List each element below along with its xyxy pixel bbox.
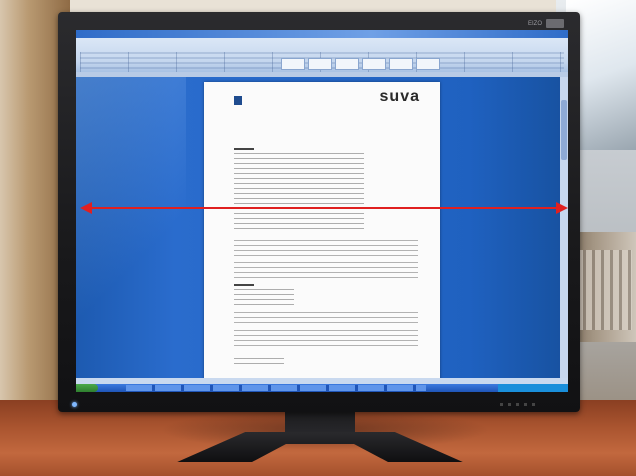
taskbar [76, 384, 568, 392]
section-heading [234, 148, 254, 150]
windows-start-icon[interactable] [76, 384, 98, 392]
window-titlebar [76, 30, 568, 38]
taskbar-items[interactable] [126, 385, 426, 391]
word-ribbon [76, 38, 568, 74]
scrollbar-thumb[interactable] [561, 100, 567, 160]
ribbon-style-box[interactable] [335, 58, 359, 70]
ribbon-style-box[interactable] [308, 58, 332, 70]
monitor-brand-label: EIZO [527, 21, 542, 27]
paragraph [234, 312, 418, 324]
bullet-list [234, 358, 284, 368]
monitor-screen: suva [76, 30, 568, 392]
bullet-list [234, 289, 294, 307]
document-page[interactable]: suva [204, 82, 440, 380]
system-tray[interactable] [498, 384, 568, 392]
monitor-badge [546, 19, 564, 28]
width-arrow-line [84, 207, 564, 209]
arrow-head-right-icon [556, 202, 568, 214]
shelf-binders [574, 250, 632, 330]
ribbon-style-box[interactable] [362, 58, 386, 70]
ribbon-style-box[interactable] [281, 58, 305, 70]
bullet-list [234, 153, 364, 233]
ribbon-style-box[interactable] [416, 58, 440, 70]
monitor-buttons [500, 403, 540, 406]
paragraph [234, 240, 418, 256]
page-header-logo [234, 96, 242, 105]
arrow-head-left-icon [80, 202, 92, 214]
screen-glare [76, 77, 186, 378]
section-heading [234, 284, 254, 286]
paragraph [234, 330, 418, 350]
power-led-icon [72, 402, 77, 407]
ribbon-style-box[interactable] [389, 58, 413, 70]
paragraph [234, 262, 418, 278]
suva-logo: suva [379, 88, 420, 105]
